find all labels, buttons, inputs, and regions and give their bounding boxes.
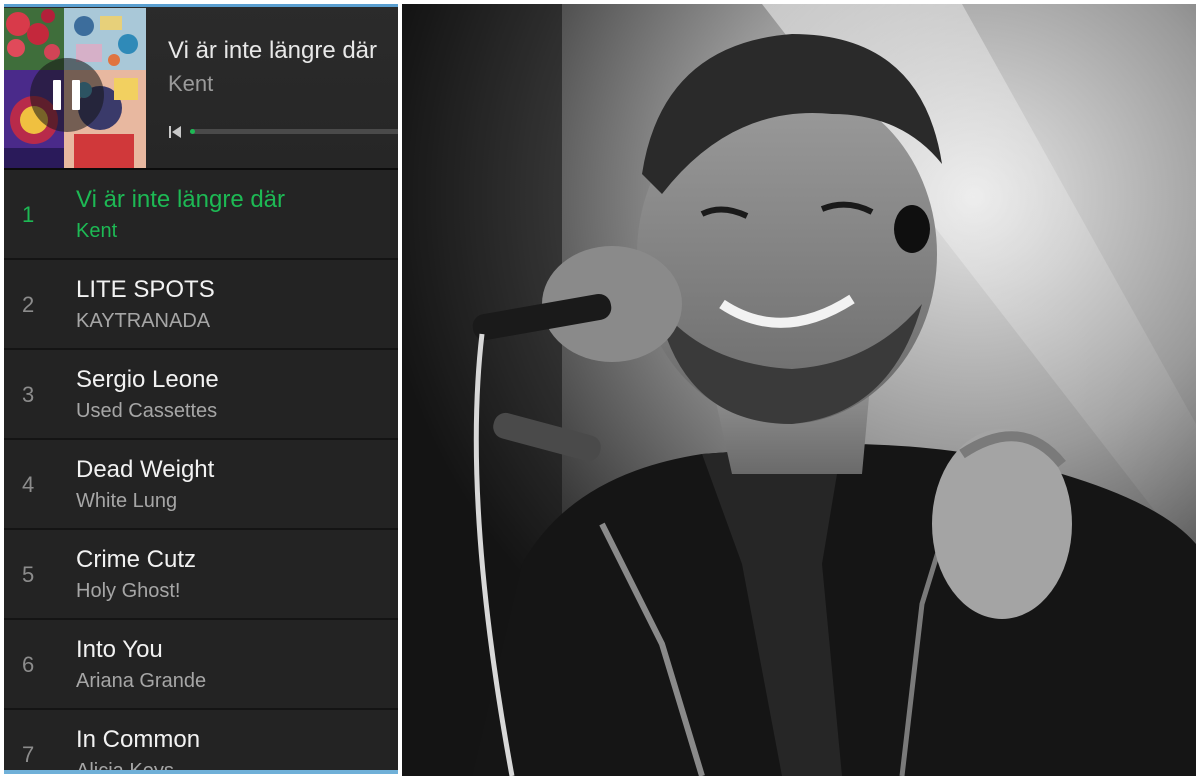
track-list: 1 Vi är inte längre där Kent 2 LITE SPOTS KAY… — [4, 170, 398, 774]
track-title: In Common — [76, 726, 201, 753]
track-artist: Alicia Keys — [76, 760, 174, 774]
track-title: Vi är inte längre där — [76, 186, 286, 213]
track-title: Into You — [76, 636, 163, 663]
track-row[interactable]: 5 Crime Cutz Holy Ghost! — [4, 530, 398, 620]
now-playing-title: Vi är inte längre där — [168, 37, 378, 64]
track-row[interactable]: 1 Vi är inte längre där Kent — [4, 170, 398, 260]
track-artist: Kent — [76, 220, 118, 242]
skip-previous-icon[interactable] — [168, 125, 182, 139]
progress-fill — [190, 129, 195, 134]
track-artist: White Lung — [76, 490, 178, 512]
track-number: 5 — [22, 562, 35, 587]
track-artist: Used Cassettes — [76, 400, 218, 422]
track-row[interactable]: 4 Dead Weight White Lung — [4, 440, 398, 530]
music-player: Vi är inte längre där Kent 1 Vi är inte l… — [4, 4, 398, 774]
track-row[interactable]: 2 LITE SPOTS KAYTRANADA — [4, 260, 398, 350]
progress-bar[interactable] — [190, 129, 398, 134]
pause-button[interactable] — [30, 58, 104, 132]
track-row[interactable]: 7 In Common Alicia Keys — [4, 710, 398, 774]
track-title: Dead Weight — [76, 456, 215, 483]
track-artist: Holy Ghost! — [76, 580, 181, 602]
track-number: 1 — [22, 202, 35, 227]
track-number: 3 — [22, 382, 35, 407]
track-artist: Ariana Grande — [76, 670, 207, 692]
track-artist: KAYTRANADA — [76, 310, 211, 332]
pause-icon — [53, 80, 61, 110]
track-row[interactable]: 3 Sergio Leone Used Cassettes — [4, 350, 398, 440]
track-title: LITE SPOTS — [76, 276, 215, 303]
track-title: Crime Cutz — [76, 546, 197, 573]
track-title: Sergio Leone — [76, 366, 219, 393]
now-playing-artist[interactable]: Kent — [168, 71, 213, 97]
now-playing-bar: Vi är inte längre där Kent — [4, 4, 398, 170]
track-number: 4 — [22, 472, 35, 497]
track-number: 6 — [22, 652, 35, 677]
track-number: 7 — [22, 742, 35, 767]
pause-icon — [72, 80, 80, 110]
track-row[interactable]: 6 Into You Ariana Grande — [4, 620, 398, 710]
track-number: 2 — [22, 292, 35, 317]
concert-photo — [402, 4, 1196, 776]
